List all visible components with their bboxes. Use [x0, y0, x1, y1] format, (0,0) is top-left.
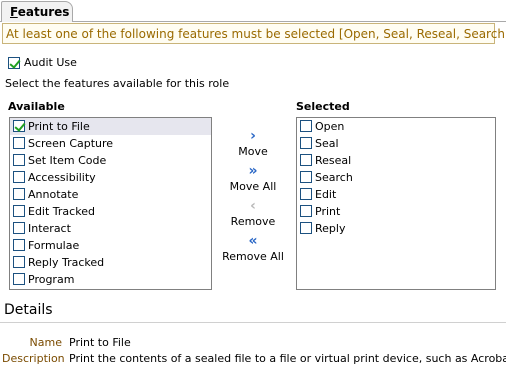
- selected-list-item-checkbox[interactable]: [300, 137, 312, 149]
- available-list-item-checkbox[interactable]: [13, 171, 25, 183]
- selected-list-item[interactable]: Reseal: [297, 152, 495, 169]
- available-list-item[interactable]: Interact: [10, 220, 211, 237]
- available-list-item-label: Accessibility: [28, 171, 96, 184]
- selected-list-item-label: Open: [315, 120, 345, 133]
- available-list-item-label: Print to File: [28, 120, 90, 133]
- selected-list-item-checkbox[interactable]: [300, 205, 312, 217]
- audit-use-label: Audit Use: [24, 56, 77, 69]
- available-list-item-checkbox[interactable]: [13, 239, 25, 251]
- available-list-item-checkbox[interactable]: [13, 273, 25, 285]
- selected-list-item-checkbox[interactable]: [300, 154, 312, 166]
- detail-description-label: Description: [2, 352, 65, 365]
- tab-features[interactable]: Features: [1, 1, 73, 22]
- selected-list-item[interactable]: Reply: [297, 220, 495, 237]
- selected-list-item-label: Reply: [315, 222, 346, 235]
- available-list-item-label: Reply Tracked: [28, 256, 105, 269]
- validation-message-text: At least one of the following features m…: [6, 27, 506, 41]
- available-list-item-label: Program: [28, 273, 75, 286]
- available-list-item-label: Formulae: [28, 239, 80, 252]
- tab-features-label: Features: [10, 5, 70, 19]
- selected-list-item-label: Search: [315, 171, 353, 184]
- available-list-item-checkbox[interactable]: [13, 188, 25, 200]
- available-list-item-label: Edit Tracked: [28, 205, 95, 218]
- move-all-label: Move All: [229, 180, 277, 193]
- detail-name-value: Print to File: [69, 336, 131, 349]
- remove-label: Remove: [230, 215, 276, 228]
- audit-use-checkbox-row[interactable]: Audit Use: [8, 56, 77, 69]
- remove-all-button[interactable]: « Remove All: [218, 234, 288, 263]
- available-list[interactable]: Print to File Screen Capture Set Item Code…: [9, 117, 212, 290]
- selected-list-item-checkbox[interactable]: [300, 222, 312, 234]
- selected-list-item-label: Edit: [315, 188, 337, 201]
- chevron-left-icon: ‹: [250, 198, 256, 214]
- available-list-item[interactable]: Print to File: [10, 118, 211, 135]
- remove-all-label: Remove All: [222, 250, 284, 263]
- available-heading: Available: [8, 100, 65, 113]
- selected-list-item[interactable]: Print: [297, 203, 495, 220]
- available-list-item-label: Interact: [28, 222, 71, 235]
- available-list-item-label: Annotate: [28, 188, 79, 201]
- details-heading: Details: [4, 302, 53, 318]
- available-list-item-checkbox[interactable]: [13, 205, 25, 217]
- selected-list-item-checkbox[interactable]: [300, 120, 312, 132]
- selected-list-item-checkbox[interactable]: [300, 188, 312, 200]
- double-chevron-left-icon: «: [248, 233, 258, 249]
- selected-list-item-checkbox[interactable]: [300, 171, 312, 183]
- detail-name-label: Name: [29, 336, 62, 349]
- audit-use-checkbox[interactable]: [8, 57, 20, 69]
- available-list-item-checkbox[interactable]: [13, 137, 25, 149]
- available-list-item-checkbox[interactable]: [13, 256, 25, 268]
- details-divider: [0, 322, 506, 323]
- selected-list-item-label: Reseal: [315, 154, 352, 167]
- instructions-text: Select the features available for this r…: [5, 77, 230, 90]
- selected-list-item[interactable]: Search: [297, 169, 495, 186]
- selected-heading: Selected: [296, 100, 350, 113]
- selected-list[interactable]: Open Seal Reseal Search Edit Print Reply: [296, 117, 496, 290]
- tab-strip: Features: [0, 0, 506, 22]
- detail-description-value: Print the contents of a sealed file to a…: [69, 352, 506, 365]
- move-label: Move: [238, 145, 268, 158]
- double-chevron-right-icon: »: [248, 163, 258, 179]
- available-list-item-checkbox[interactable]: [13, 222, 25, 234]
- chevron-right-icon: ›: [250, 128, 256, 144]
- validation-message: At least one of the following features m…: [2, 23, 506, 44]
- available-list-item[interactable]: Set Item Code: [10, 152, 211, 169]
- available-list-item[interactable]: Edit Tracked: [10, 203, 211, 220]
- available-list-item-checkbox[interactable]: [13, 154, 25, 166]
- available-list-item[interactable]: Reply Tracked: [10, 254, 211, 271]
- available-list-item-checkbox[interactable]: [13, 120, 25, 132]
- remove-button[interactable]: ‹ Remove: [218, 199, 288, 228]
- available-list-item[interactable]: Accessibility: [10, 169, 211, 186]
- selected-list-item-label: Print: [315, 205, 341, 218]
- selected-list-item[interactable]: Edit: [297, 186, 495, 203]
- available-list-item[interactable]: Annotate: [10, 186, 211, 203]
- move-button[interactable]: › Move: [218, 129, 288, 158]
- selected-list-item[interactable]: Open: [297, 118, 495, 135]
- available-list-item[interactable]: Formulae: [10, 237, 211, 254]
- available-list-item-label: Set Item Code: [28, 154, 107, 167]
- available-list-item[interactable]: Program: [10, 271, 211, 288]
- selected-list-item-label: Seal: [315, 137, 339, 150]
- selected-list-item[interactable]: Seal: [297, 135, 495, 152]
- available-list-item-label: Screen Capture: [28, 137, 114, 150]
- available-list-item[interactable]: Screen Capture: [10, 135, 211, 152]
- move-all-button[interactable]: » Move All: [218, 164, 288, 193]
